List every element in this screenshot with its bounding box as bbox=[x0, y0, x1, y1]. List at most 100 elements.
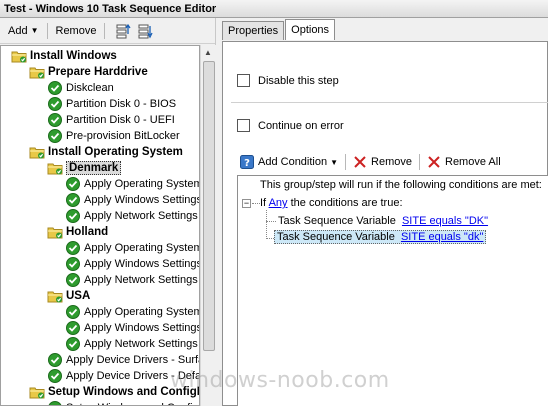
tree-group-node[interactable]: Holland bbox=[47, 224, 108, 240]
disable-step-label: Disable this step bbox=[258, 74, 339, 87]
tree-step-node[interactable]: Apply Operating System bbox=[65, 176, 200, 192]
condition-value-link[interactable]: SITE equals "dk" bbox=[401, 231, 483, 243]
green-check-icon bbox=[48, 97, 62, 111]
tree-node-label: Apply Network Settings bbox=[84, 338, 198, 350]
svg-text:?: ? bbox=[244, 158, 250, 169]
green-check-icon bbox=[66, 193, 80, 207]
tree-step-node[interactable]: Apply Device Drivers - Surface bbox=[47, 352, 199, 368]
folder-icon bbox=[47, 291, 63, 303]
checkbox-box[interactable] bbox=[237, 119, 250, 132]
add-button[interactable]: Add ▼ bbox=[4, 21, 43, 41]
green-check-icon bbox=[48, 369, 62, 383]
toolbar-separator bbox=[104, 22, 106, 39]
tree-step-node[interactable]: Apply Network Settings bbox=[65, 336, 198, 352]
green-check-icon bbox=[66, 337, 80, 351]
remove-all-button[interactable]: Remove All bbox=[424, 152, 504, 172]
folder-icon bbox=[47, 163, 63, 175]
tree-node-label: Apply Windows Settings bbox=[84, 322, 200, 334]
tree-node-label: Apply Windows Settings bbox=[84, 194, 200, 206]
divider bbox=[231, 102, 548, 103]
chevron-down-icon: ▼ bbox=[330, 157, 339, 167]
tree-step-node[interactable]: Pre-provision BitLocker bbox=[47, 128, 180, 144]
tree-step-node[interactable]: Apply Windows Settings bbox=[65, 256, 199, 272]
add-label: Add bbox=[8, 24, 28, 37]
tree-step-node[interactable]: Apply Operating System bbox=[65, 240, 200, 256]
tree-step-node[interactable]: Partition Disk 0 - BIOS bbox=[47, 96, 176, 112]
task-sequence-toolbar: Add ▼ Remove bbox=[0, 18, 215, 44]
tab-options[interactable]: Options bbox=[285, 19, 336, 40]
scrollbar-thumb[interactable] bbox=[203, 61, 215, 351]
tree-step-node[interactable]: Apply Network Settings bbox=[65, 272, 198, 288]
tree-scrollbar[interactable]: ▲ bbox=[200, 45, 216, 406]
add-condition-button[interactable]: ? Add Condition ▼ bbox=[237, 152, 341, 172]
tree-node-label: Apply Network Settings bbox=[84, 274, 198, 286]
tree-step-node[interactable]: Partition Disk 0 - UEFI bbox=[47, 112, 175, 128]
move-down-icon[interactable] bbox=[137, 23, 154, 39]
tree-node-label: Apply Operating System bbox=[84, 306, 200, 318]
conditions-toolbar: ? Add Condition ▼ Remove Remove All bbox=[237, 151, 504, 173]
tree-line bbox=[266, 221, 276, 222]
tree-group-node[interactable]: Install Operating System bbox=[29, 144, 183, 160]
tree-node-label: USA bbox=[66, 290, 91, 302]
remove-condition-button[interactable]: Remove bbox=[350, 152, 415, 172]
green-check-icon bbox=[48, 129, 62, 143]
tree-node-label: Pre-provision BitLocker bbox=[66, 130, 180, 142]
tree-node-label: Holland bbox=[66, 226, 109, 238]
condition-selection[interactable]: Task Sequence Variable SITE equals "dk" bbox=[274, 230, 487, 244]
right-pane: Properties Options Disable this step Con… bbox=[218, 18, 548, 406]
watermark: windows-noob.com bbox=[170, 368, 390, 393]
tree-step-node[interactable]: Apply Windows Settings bbox=[65, 192, 200, 208]
tree-group-node[interactable]: Prepare Harddrive bbox=[29, 64, 148, 80]
tree-step-node[interactable]: Setup Windows and ConfigMgr bbox=[47, 400, 199, 405]
toolbar-separator bbox=[419, 154, 420, 170]
tree-step-node[interactable]: Diskclean bbox=[47, 80, 114, 96]
green-check-icon bbox=[66, 273, 80, 287]
condition-label: Task Sequence Variable bbox=[278, 215, 396, 227]
scroll-up-icon[interactable]: ▲ bbox=[204, 48, 212, 57]
tree-node-label: Partition Disk 0 - UEFI bbox=[66, 114, 175, 126]
disable-step-checkbox[interactable]: Disable this step bbox=[237, 74, 339, 87]
remove-all-label: Remove All bbox=[445, 156, 501, 168]
left-pane: Add ▼ Remove Install Windows Prepare Hard… bbox=[0, 18, 216, 406]
condition-item[interactable]: Task Sequence Variable SITE equals "DK" bbox=[278, 215, 488, 227]
tree-group-node[interactable]: Denmark bbox=[47, 160, 122, 176]
tree-step-node[interactable]: Apply Network Settings bbox=[65, 208, 198, 224]
remove-button[interactable]: Remove bbox=[52, 21, 101, 41]
folder-icon bbox=[29, 67, 45, 79]
green-check-icon bbox=[66, 209, 80, 223]
condition-item-selected[interactable]: Task Sequence Variable SITE equals "dk" bbox=[274, 230, 487, 244]
folder-icon bbox=[47, 227, 63, 239]
tree-group-node[interactable]: USA bbox=[47, 288, 90, 304]
green-check-icon bbox=[48, 353, 62, 367]
any-operator-link[interactable]: Any bbox=[269, 197, 288, 209]
task-sequence-tree[interactable]: Install Windows Prepare Harddrive Diskclea… bbox=[0, 45, 200, 406]
conditions-header: This group/step will run if the followin… bbox=[260, 179, 542, 191]
tree-step-node[interactable]: Apply Operating System bbox=[65, 304, 200, 320]
continue-on-error-checkbox[interactable]: Continue on error bbox=[237, 119, 344, 132]
tree-node-label: Install Operating System bbox=[48, 146, 183, 158]
folder-icon bbox=[29, 147, 45, 159]
if-suffix: the conditions are true: bbox=[290, 197, 403, 209]
tree-line bbox=[252, 203, 260, 204]
folder-icon bbox=[11, 51, 27, 63]
green-check-icon bbox=[66, 241, 80, 255]
tree-node-label: Apply Operating System bbox=[84, 242, 200, 254]
tree-node-label: Install Windows bbox=[30, 50, 117, 62]
tree-group-node[interactable]: Install Windows bbox=[11, 48, 117, 64]
collapse-icon[interactable]: − bbox=[242, 199, 251, 208]
tree-node-label: Apply Operating System bbox=[84, 178, 200, 190]
folder-icon bbox=[29, 387, 45, 399]
tree-step-node[interactable]: Apply Windows Settings bbox=[65, 320, 200, 336]
condition-value-link[interactable]: SITE equals "DK" bbox=[402, 215, 488, 227]
tab-properties[interactable]: Properties bbox=[222, 21, 285, 40]
move-up-icon[interactable] bbox=[115, 23, 132, 39]
tree-node-label: Apply Device Drivers - Surface bbox=[66, 354, 199, 366]
tree-node-label: Apply Network Settings bbox=[84, 210, 198, 222]
help-condition-icon: ? bbox=[240, 155, 254, 169]
tab-strip: Properties Options bbox=[222, 19, 336, 41]
checkbox-box[interactable] bbox=[237, 74, 250, 87]
tree-node-label: Denmark bbox=[66, 161, 122, 175]
chevron-down-icon: ▼ bbox=[30, 26, 39, 35]
remove-all-x-icon bbox=[428, 156, 440, 168]
tree-node-label: Prepare Harddrive bbox=[48, 66, 148, 78]
